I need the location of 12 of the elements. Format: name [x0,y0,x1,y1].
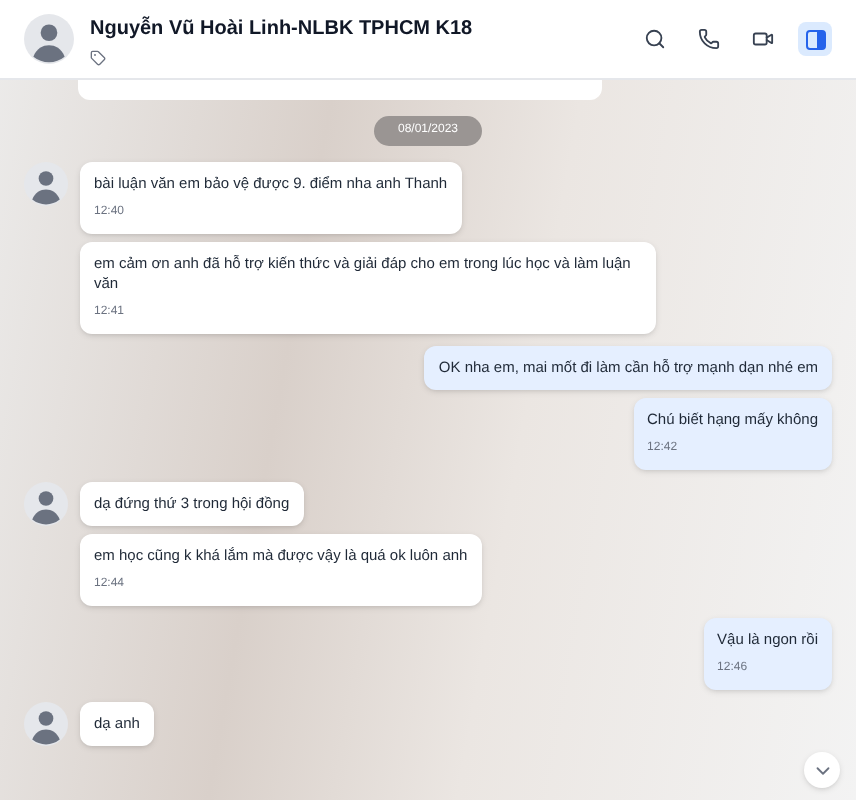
scroll-down-button[interactable] [804,752,840,788]
avatar [24,702,68,746]
avatar [24,162,68,206]
avatar [24,482,68,526]
tag-icon[interactable] [90,49,106,65]
search-icon[interactable] [644,28,666,50]
panel-icon [805,29,825,49]
phone-icon[interactable] [698,28,720,50]
contact-name: Nguyễn Vũ Hoài Linh-NLBK TPHCM K18 [90,14,475,43]
avatar [24,14,74,64]
sidebar-toggle[interactable] [798,22,832,56]
video-icon[interactable] [752,28,774,50]
